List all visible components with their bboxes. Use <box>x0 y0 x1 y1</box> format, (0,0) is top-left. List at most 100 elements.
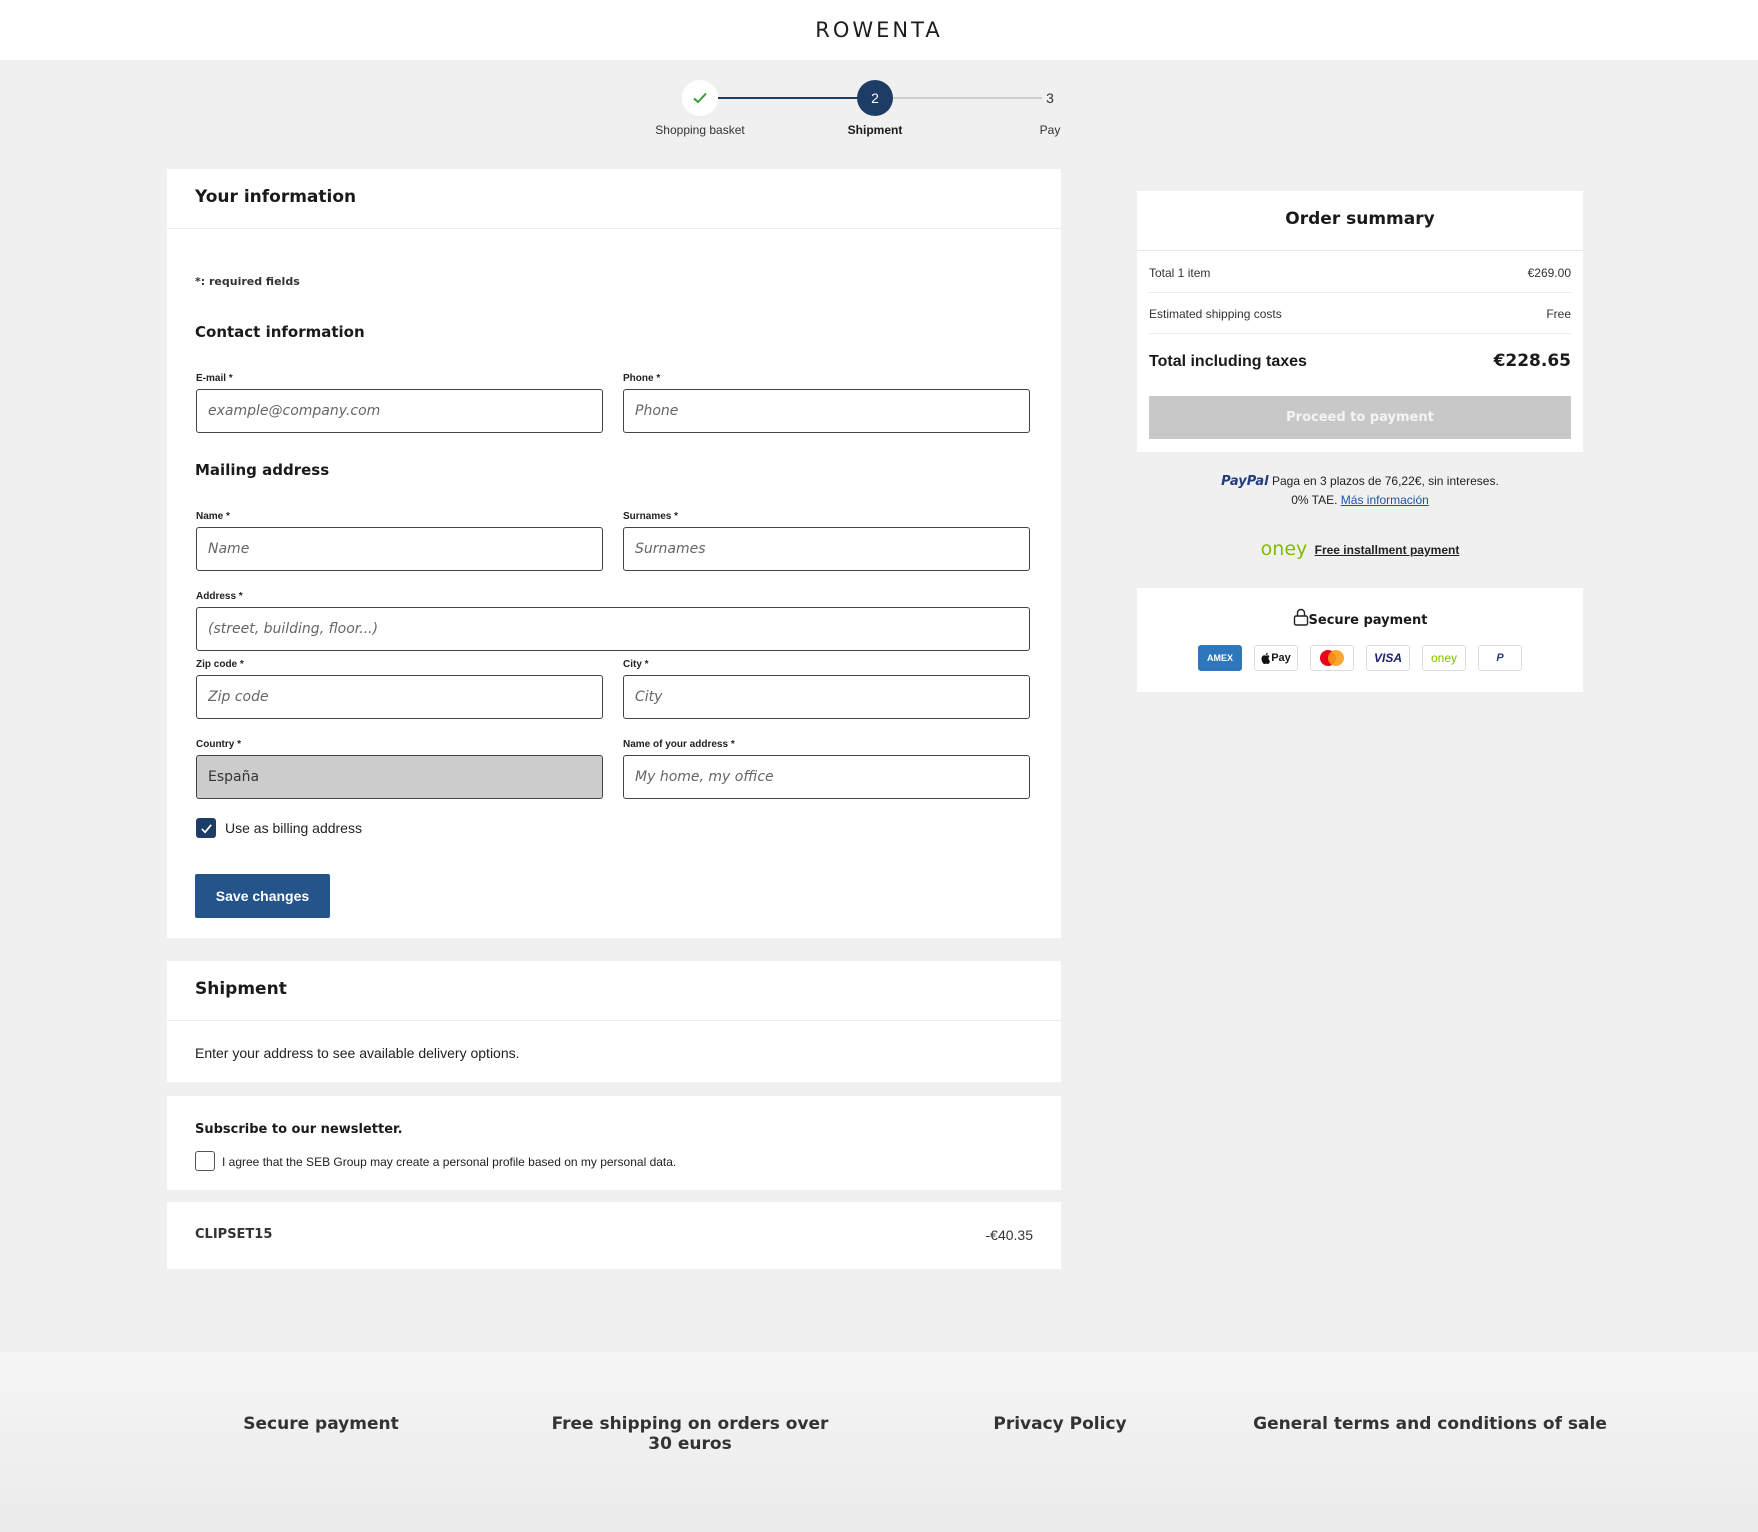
surnames-input[interactable] <box>635 541 1018 557</box>
shipment-text: Enter your address to see available deli… <box>195 1045 520 1061</box>
step-label: Pay <box>1039 123 1061 137</box>
newsletter-title: Subscribe to our newsletter. <box>195 1122 403 1137</box>
zip-label: Zip code * <box>196 659 244 670</box>
shipping-value: Free <box>1546 307 1571 321</box>
divider <box>1137 250 1583 251</box>
items-value: €269.00 <box>1527 266 1571 280</box>
country-select[interactable]: España <box>196 755 603 799</box>
contact-title: Contact information <box>195 323 365 341</box>
card-title: Shipment <box>195 979 287 999</box>
surnames-label: Surnames * <box>623 511 679 522</box>
required-note: *: required fields <box>195 275 300 288</box>
secure-title-text: Secure payment <box>1308 613 1428 628</box>
divider <box>167 1020 1061 1021</box>
check-icon <box>682 80 718 116</box>
oney-installments: oney Free installment payment <box>1137 538 1583 560</box>
phone-label: Phone * <box>623 373 661 384</box>
country-label: Country * <box>196 739 241 750</box>
zip-field[interactable] <box>196 675 603 719</box>
footer-secure-payment-link[interactable]: Secure payment <box>221 1414 421 1434</box>
visa-icon: VISA <box>1366 645 1410 671</box>
step-pay: 3 Pay <box>970 75 1130 137</box>
total-value: €228.65 <box>1493 351 1571 371</box>
summary-shipping-row: Estimated shipping costs Free <box>1149 307 1571 321</box>
email-field[interactable] <box>196 389 603 433</box>
order-summary: Order summary Total 1 item €269.00 Estim… <box>1137 191 1583 452</box>
city-label: City * <box>623 659 649 670</box>
surnames-field[interactable] <box>623 527 1030 571</box>
footer-free-shipping-link[interactable]: Free shipping on orders over 30 euros <box>540 1414 840 1454</box>
paypal-text: Paga en 3 plazos de 76,22€, sin interese… <box>1271 474 1499 488</box>
apple-pay-icon: Pay <box>1254 645 1298 671</box>
total-label: Total including taxes <box>1149 353 1307 370</box>
phone-input[interactable] <box>635 403 1018 419</box>
newsletter-consent: I agree that the SEB Group may create a … <box>222 1155 677 1169</box>
your-information-card: Your information *: required fields Cont… <box>167 169 1061 938</box>
address-label: Address * <box>196 591 243 602</box>
proceed-to-payment-button[interactable]: Proceed to payment <box>1149 396 1571 439</box>
address-name-field[interactable] <box>623 755 1030 799</box>
billing-label: Use as billing address <box>225 820 362 836</box>
name-label: Name * <box>196 511 230 522</box>
items-label: Total 1 item <box>1149 266 1211 280</box>
divider <box>167 228 1061 229</box>
country-value: España <box>208 769 260 785</box>
oney-link[interactable]: Free installment payment <box>1315 543 1460 557</box>
paypal-icon: P <box>1478 645 1522 671</box>
step-label: Shopping basket <box>655 123 745 137</box>
paypal-logo: PayPal <box>1221 474 1269 489</box>
newsletter-checkbox[interactable] <box>195 1151 215 1171</box>
step-label: Shipment <box>847 123 903 137</box>
coupon-code: CLIPSET15 <box>195 1227 273 1242</box>
mailing-title: Mailing address <box>195 461 330 479</box>
name-input[interactable] <box>208 541 591 557</box>
step-number: 3 <box>1046 90 1054 106</box>
newsletter-card: Subscribe to our newsletter. I agree tha… <box>167 1096 1061 1190</box>
address-field[interactable] <box>196 607 1030 651</box>
lock-icon <box>1293 608 1308 626</box>
billing-checkbox[interactable] <box>196 818 216 838</box>
summary-title: Order summary <box>1285 209 1435 229</box>
city-input[interactable] <box>635 689 1018 705</box>
site-header: ROWENTA <box>0 0 1758 60</box>
summary-total-row: Total including taxes €228.65 <box>1149 351 1571 371</box>
rowenta-logo[interactable]: ROWENTA <box>815 18 942 42</box>
site-footer: Secure payment Free shipping on orders o… <box>0 1352 1758 1532</box>
save-changes-button[interactable]: Save changes <box>195 874 330 918</box>
check-icon <box>200 823 212 833</box>
step-number: 2 <box>857 80 893 116</box>
divider <box>1149 333 1571 334</box>
zip-input[interactable] <box>208 689 591 705</box>
paypal-installments: PayPal Paga en 3 plazos de 76,22€, sin i… <box>1137 472 1583 509</box>
step-shipment: 2 Shipment <box>795 75 955 137</box>
email-input[interactable] <box>208 403 591 419</box>
address-input[interactable] <box>208 621 1018 637</box>
oney-icon: oney <box>1422 645 1466 671</box>
coupon-amount: -€40.35 <box>985 1227 1033 1243</box>
address-name-input[interactable] <box>635 769 1018 785</box>
city-field[interactable] <box>623 675 1030 719</box>
email-label: E-mail * <box>196 373 233 384</box>
oney-logo: oney <box>1260 538 1308 560</box>
footer-terms-link[interactable]: General terms and conditions of sale <box>1250 1414 1610 1434</box>
address-name-label: Name of your address * <box>623 739 735 750</box>
coupon-card: CLIPSET15 -€40.35 <box>167 1202 1061 1269</box>
shipping-label: Estimated shipping costs <box>1149 307 1282 321</box>
card-title: Your information <box>195 187 357 207</box>
mastercard-icon <box>1310 645 1354 671</box>
checkout-stepper: Shopping basket 2 Shipment 3 Pay <box>600 75 1100 145</box>
phone-field[interactable] <box>623 389 1030 433</box>
secure-payment-card: Secure payment AMEX Pay VISA oney P <box>1137 588 1583 692</box>
step-shopping-basket[interactable]: Shopping basket <box>620 75 780 137</box>
apple-pay-text: Pay <box>1271 652 1291 664</box>
summary-items-row: Total 1 item €269.00 <box>1149 266 1571 280</box>
divider <box>1149 292 1571 293</box>
amex-icon: AMEX <box>1198 645 1242 671</box>
footer-privacy-policy-link[interactable]: Privacy Policy <box>960 1414 1160 1434</box>
apple-icon <box>1261 652 1271 664</box>
shipment-card: Shipment Enter your address to see avail… <box>167 961 1061 1082</box>
name-field[interactable] <box>196 527 603 571</box>
paypal-tae: 0% TAE. <box>1291 493 1338 507</box>
paypal-more-info-link[interactable]: Más información <box>1341 493 1429 507</box>
payment-methods: AMEX Pay VISA oney P <box>1198 645 1522 671</box>
